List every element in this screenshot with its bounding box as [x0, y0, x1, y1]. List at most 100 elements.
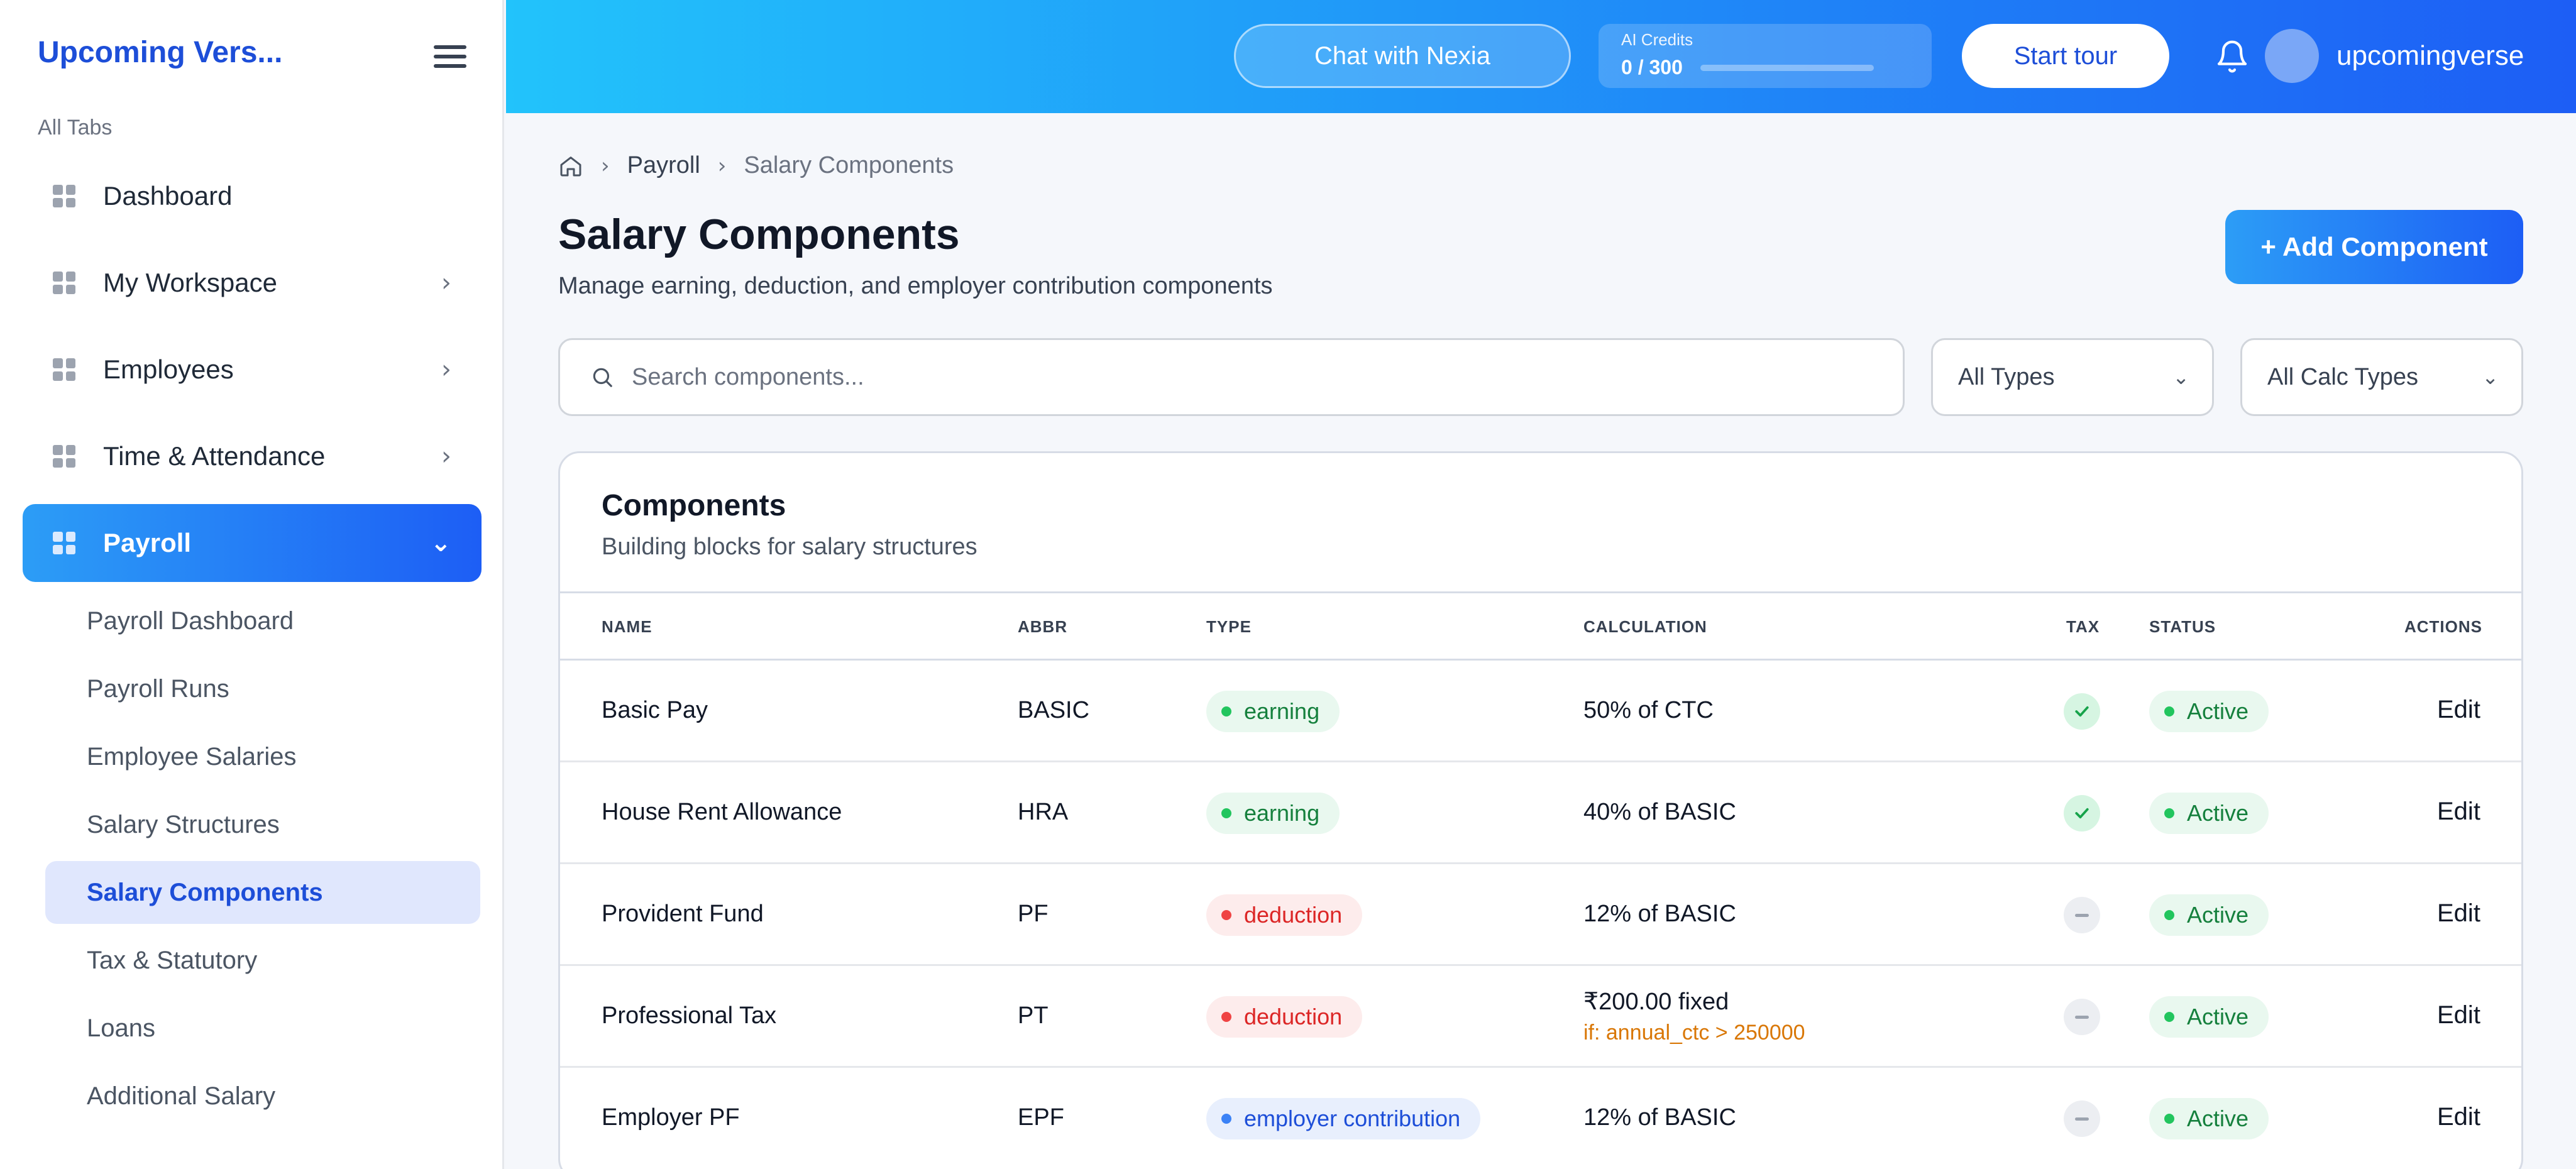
edit-button[interactable]: Edit	[2437, 1001, 2480, 1029]
add-component-button[interactable]: + Add Component	[2225, 210, 2523, 284]
bell-icon[interactable]	[2215, 39, 2250, 74]
status-badge: Active	[2149, 691, 2269, 732]
sidebar-item-time-attendance[interactable]: Time & Attendance ›	[23, 417, 482, 495]
page-title: Salary Components	[558, 211, 960, 258]
type-badge: employer contribution	[1206, 1098, 1481, 1139]
sidebar-item-label: Payroll	[103, 528, 192, 557]
sidebar-item-payroll[interactable]: Payroll ⌄	[23, 504, 482, 582]
breadcrumb-payroll[interactable]: Payroll	[627, 152, 700, 179]
chevron-right-icon: ›	[441, 268, 451, 297]
chevron-down-icon: ⌄	[430, 529, 451, 557]
edit-button[interactable]: Edit	[2437, 899, 2480, 928]
component-calculation: 40% of BASIC	[1583, 799, 1736, 825]
status-badge: Active	[2149, 996, 2269, 1038]
chevron-right-icon: ›	[441, 442, 451, 471]
sidebar-subitem-payroll-dashboard[interactable]: Payroll Dashboard	[45, 590, 480, 652]
chat-with-nexia-button[interactable]: Chat with Nexia	[1234, 24, 1571, 88]
component-name: Provident Fund	[602, 901, 764, 927]
component-name: Basic Pay	[602, 697, 708, 723]
column-header-calculation[interactable]: CALCULATION	[1583, 617, 1707, 637]
status-badge-label: Active	[2187, 698, 2249, 724]
not-taxable-dash-icon	[2064, 999, 2100, 1035]
table-row[interactable]: Basic Pay BASIC earning 50% of CTC Activ…	[560, 661, 2521, 762]
edit-button[interactable]: Edit	[2437, 696, 2480, 724]
calc-type-filter-value: All Calc Types	[2267, 363, 2419, 390]
grid-icon	[53, 445, 75, 468]
table-header: NAME ABBR TYPE CALCULATION TAX STATUS AC…	[560, 591, 2521, 661]
table-row[interactable]: Provident Fund PF deduction 12% of BASIC…	[560, 864, 2521, 966]
calc-type-filter-select[interactable]: All Calc Types ⌄	[2240, 338, 2523, 416]
home-icon[interactable]	[558, 153, 583, 178]
table-row[interactable]: Employer PF EPF employer contribution 12…	[560, 1068, 2521, 1169]
type-badge: deduction	[1206, 996, 1363, 1038]
search-input[interactable]	[632, 363, 1826, 391]
sidebar-subitem-tax-statutory[interactable]: Tax & Statutory	[45, 929, 480, 992]
not-taxable-dash-icon	[2064, 1100, 2100, 1137]
grid-icon	[53, 185, 75, 207]
chevron-down-icon: ⌄	[2482, 365, 2499, 389]
sidebar-subitem-salary-components[interactable]: Salary Components	[45, 861, 480, 924]
not-taxable-dash-icon	[2064, 897, 2100, 933]
calculation-condition: if: annual_ctc > 250000	[1583, 1021, 1805, 1045]
menu-toggle-icon[interactable]	[434, 45, 466, 70]
edit-button[interactable]: Edit	[2437, 798, 2480, 826]
sidebar-subitem-salary-structures[interactable]: Salary Structures	[45, 793, 480, 856]
taxable-check-icon	[2064, 693, 2100, 730]
type-badge: deduction	[1206, 894, 1363, 936]
sidebar-item-label: Time & Attendance	[103, 441, 326, 471]
component-calculation: 50% of CTC	[1583, 697, 1714, 723]
sidebar: Upcoming Vers... All Tabs Dashboard My W…	[0, 0, 504, 1169]
sidebar-item-label: Dashboard	[103, 181, 233, 211]
sidebar-item-employees[interactable]: Employees ›	[23, 331, 482, 409]
table-row[interactable]: House Rent Allowance HRA earning 40% of …	[560, 762, 2521, 864]
card-subtitle: Building blocks for salary structures	[602, 534, 977, 560]
search-icon	[593, 368, 612, 387]
edit-button[interactable]: Edit	[2437, 1103, 2480, 1131]
sidebar-item-label: Employees	[103, 354, 234, 384]
column-header-abbr[interactable]: ABBR	[1018, 617, 1067, 637]
component-abbr: BASIC	[1018, 697, 1090, 723]
column-header-status[interactable]: STATUS	[2149, 617, 2216, 637]
chevron-right-icon: ›	[441, 355, 451, 384]
sidebar-item-label: My Workspace	[103, 268, 277, 297]
grid-icon	[53, 272, 75, 294]
type-badge: earning	[1206, 793, 1340, 834]
sidebar-subitem-payroll-runs[interactable]: Payroll Runs	[45, 657, 480, 720]
sidebar-subitem-additional-salary[interactable]: Additional Salary	[45, 1065, 480, 1128]
type-badge-label: earning	[1244, 698, 1320, 724]
component-abbr: PF	[1018, 901, 1049, 927]
chevron-right-icon: ›	[601, 153, 610, 178]
type-badge: earning	[1206, 691, 1340, 732]
status-badge: Active	[2149, 1098, 2269, 1139]
column-header-name[interactable]: NAME	[602, 617, 652, 637]
component-abbr: EPF	[1018, 1104, 1064, 1131]
username[interactable]: upcomingverse	[2337, 40, 2524, 72]
ai-credits-progress	[1700, 64, 1874, 71]
type-badge-label: employer contribution	[1244, 1106, 1461, 1131]
status-badge-label: Active	[2187, 1106, 2249, 1131]
breadcrumb-current: Salary Components	[744, 152, 954, 178]
sidebar-subitem-loans[interactable]: Loans	[45, 997, 480, 1060]
section-label: All Tabs	[38, 116, 113, 140]
column-header-tax[interactable]: TAX	[2066, 617, 2100, 637]
brand-name[interactable]: Upcoming Vers...	[38, 35, 282, 70]
type-badge-label: earning	[1244, 800, 1320, 826]
ai-credits-label: AI Credits	[1621, 30, 1693, 49]
taxable-check-icon	[2064, 795, 2100, 831]
ai-credits-value: 0 / 300	[1621, 56, 1683, 79]
search-box[interactable]	[558, 338, 1905, 416]
breadcrumb: › Payroll › Salary Components	[558, 152, 954, 179]
type-filter-select[interactable]: All Types ⌄	[1931, 338, 2214, 416]
grid-icon	[53, 358, 75, 381]
avatar[interactable]	[2265, 29, 2319, 83]
sidebar-item-dashboard[interactable]: Dashboard	[23, 157, 482, 235]
component-abbr: PT	[1018, 1002, 1049, 1029]
calculation-value: ₹200.00 fixed	[1583, 989, 1729, 1015]
sidebar-subitem-employee-salaries[interactable]: Employee Salaries	[45, 725, 480, 788]
start-tour-button[interactable]: Start tour	[1962, 24, 2169, 88]
component-abbr: HRA	[1018, 799, 1069, 825]
table-row[interactable]: Professional Tax PT deduction ₹200.00 fi…	[560, 966, 2521, 1068]
sidebar-item-my-workspace[interactable]: My Workspace ›	[23, 244, 482, 322]
status-badge: Active	[2149, 793, 2269, 834]
column-header-type[interactable]: TYPE	[1206, 617, 1252, 637]
